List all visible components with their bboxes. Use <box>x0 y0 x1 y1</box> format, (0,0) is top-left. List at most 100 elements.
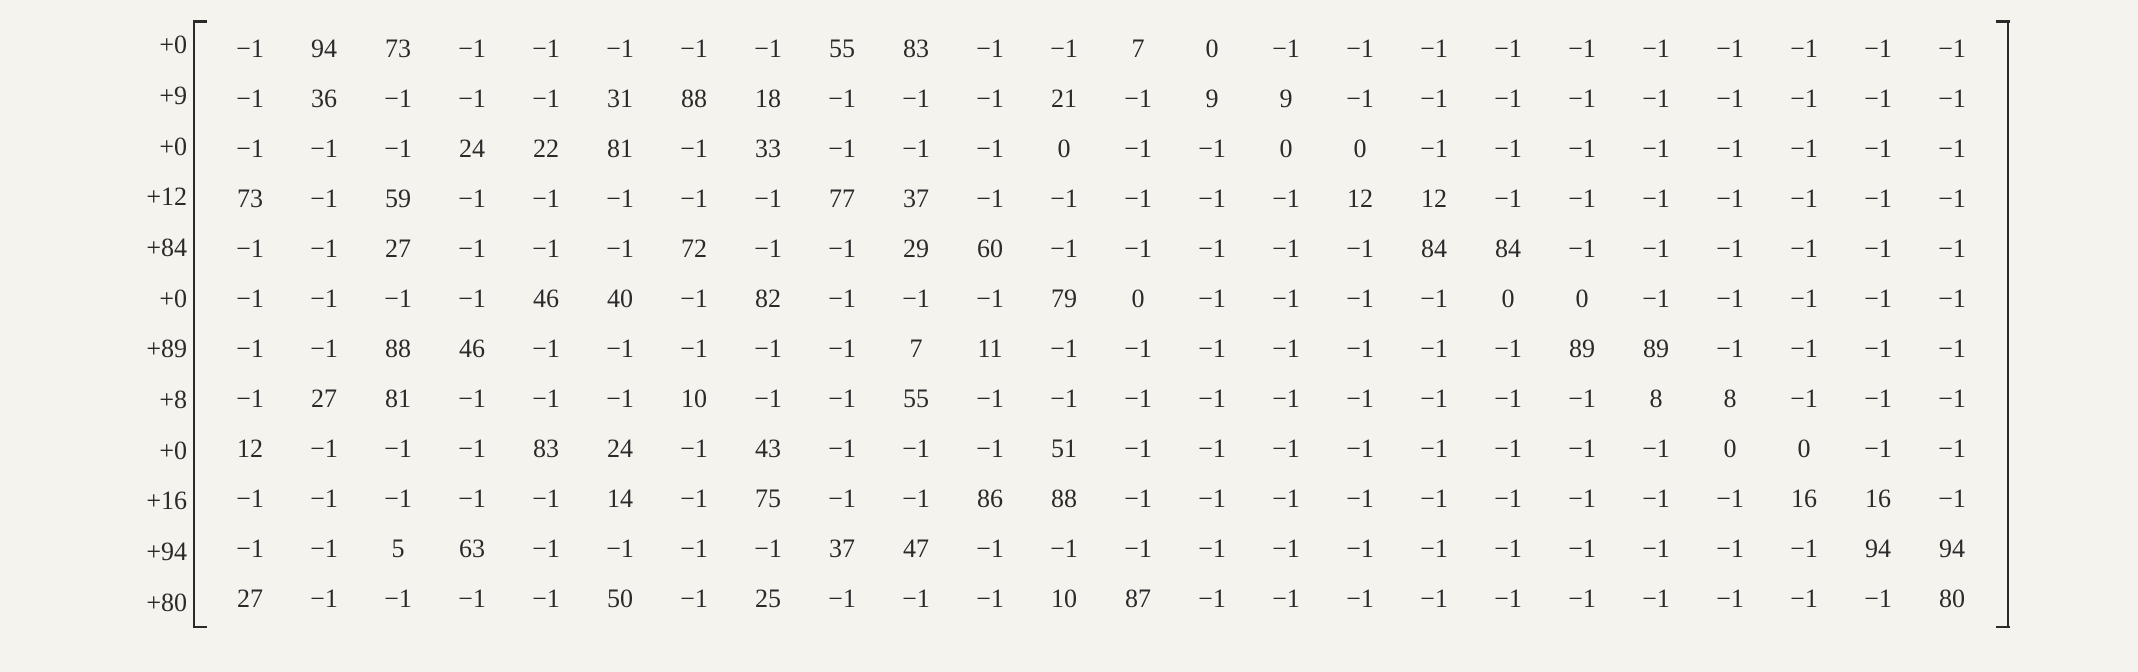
matrix-cell: −1 <box>1101 134 1175 164</box>
matrix-cell: 81 <box>583 134 657 164</box>
matrix-cell: −1 <box>1545 484 1619 514</box>
matrix-cell: −1 <box>1471 134 1545 164</box>
matrix-cell: −1 <box>1397 584 1471 614</box>
matrix-cell: −1 <box>1619 484 1693 514</box>
matrix-cell: −1 <box>1915 34 1989 64</box>
matrix-cell: −1 <box>509 534 583 564</box>
matrix-cell: 46 <box>435 334 509 364</box>
row-label: +80 <box>129 578 187 628</box>
matrix-cell: −1 <box>953 384 1027 414</box>
matrix-cell: −1 <box>1175 484 1249 514</box>
matrix-cell: −1 <box>1175 434 1249 464</box>
matrix-cell: −1 <box>1545 184 1619 214</box>
matrix-cell: 10 <box>1027 584 1101 614</box>
matrix-cell: −1 <box>1175 134 1249 164</box>
matrix-cell: −1 <box>1841 134 1915 164</box>
matrix-cell: 16 <box>1841 484 1915 514</box>
matrix-cell: −1 <box>509 184 583 214</box>
matrix-cell: −1 <box>1027 384 1101 414</box>
matrix-cell: 55 <box>879 384 953 414</box>
matrix-cell: −1 <box>1249 484 1323 514</box>
matrix-cell: −1 <box>1841 184 1915 214</box>
matrix-cell: −1 <box>1101 184 1175 214</box>
matrix-cell: −1 <box>1915 234 1989 264</box>
matrix-cell: 0 <box>1101 284 1175 314</box>
matrix-cell: −1 <box>213 534 287 564</box>
matrix-cell: −1 <box>1767 334 1841 364</box>
matrix-cell: −1 <box>287 234 361 264</box>
matrix-cell: −1 <box>953 134 1027 164</box>
left-bracket <box>193 20 205 628</box>
row-label: +0 <box>129 426 187 476</box>
matrix-cell: −1 <box>509 34 583 64</box>
matrix-cell: −1 <box>1693 284 1767 314</box>
matrix-cell: −1 <box>1323 234 1397 264</box>
matrix-cell: −1 <box>657 584 731 614</box>
matrix-cell: −1 <box>509 334 583 364</box>
matrix-cell: −1 <box>1027 234 1101 264</box>
matrix-cell: −1 <box>1915 434 1989 464</box>
row-label: +16 <box>129 476 187 526</box>
matrix-cell: −1 <box>1841 584 1915 614</box>
matrix-cell: −1 <box>879 134 953 164</box>
matrix-cell: 84 <box>1471 234 1545 264</box>
matrix-cell: −1 <box>1915 284 1989 314</box>
matrix-cell: −1 <box>213 34 287 64</box>
matrix-cell: 88 <box>657 84 731 114</box>
matrix-cell: 16 <box>1767 484 1841 514</box>
matrix-cell: −1 <box>1101 434 1175 464</box>
matrix-cell: −1 <box>731 234 805 264</box>
matrix-cell: −1 <box>1841 434 1915 464</box>
matrix-cell: −1 <box>1619 584 1693 614</box>
matrix-cell: −1 <box>287 584 361 614</box>
matrix-cell: −1 <box>287 484 361 514</box>
matrix-cell: −1 <box>583 234 657 264</box>
matrix-cell: −1 <box>1915 84 1989 114</box>
matrix-cell: −1 <box>435 584 509 614</box>
matrix-cell: −1 <box>1619 284 1693 314</box>
matrix-cell: 79 <box>1027 284 1101 314</box>
matrix-cell: 0 <box>1175 34 1249 64</box>
matrix-cell: −1 <box>657 34 731 64</box>
matrix-cell: −1 <box>805 334 879 364</box>
matrix-cell: −1 <box>287 134 361 164</box>
table-row: −136−1−1−1318818−1−1−121−199−1−1−1−1−1−1… <box>213 74 1989 124</box>
matrix-cell: 83 <box>509 434 583 464</box>
matrix-cell: −1 <box>1027 534 1101 564</box>
row-label: +89 <box>129 324 187 374</box>
matrix-cell: 0 <box>1693 434 1767 464</box>
matrix-cell: 0 <box>1249 134 1323 164</box>
matrix-cell: −1 <box>583 384 657 414</box>
table-row: −1−1−1242281−133−1−1−10−1−100−1−1−1−1−1−… <box>213 124 1989 174</box>
matrix-cell: 9 <box>1175 84 1249 114</box>
matrix-cell: −1 <box>953 34 1027 64</box>
matrix-cell: −1 <box>1397 434 1471 464</box>
matrix-cell: −1 <box>1471 434 1545 464</box>
matrix-cell: −1 <box>213 234 287 264</box>
matrix-cell: −1 <box>805 434 879 464</box>
matrix-cell: −1 <box>805 134 879 164</box>
matrix-cell: −1 <box>1841 34 1915 64</box>
matrix-cell: −1 <box>1767 34 1841 64</box>
matrix-cell: −1 <box>213 284 287 314</box>
matrix-cell: 84 <box>1397 234 1471 264</box>
matrix-cell: −1 <box>1693 334 1767 364</box>
matrix-cell: −1 <box>953 184 1027 214</box>
matrix-cell: −1 <box>1397 534 1471 564</box>
matrix-cell: −1 <box>287 434 361 464</box>
matrix-cell: −1 <box>583 184 657 214</box>
matrix-cell: −1 <box>731 34 805 64</box>
matrix-cell: −1 <box>1323 334 1397 364</box>
matrix-container: +0+9+0+12+84+0+89+8+0+16+94+80 −19473−1−… <box>129 20 2009 628</box>
matrix-cell: −1 <box>1323 584 1397 614</box>
matrix-cell: −1 <box>361 134 435 164</box>
matrix-cell: −1 <box>805 284 879 314</box>
matrix-cell: −1 <box>213 484 287 514</box>
matrix-cell: 82 <box>731 284 805 314</box>
matrix-cell: −1 <box>1323 34 1397 64</box>
matrix-cell: −1 <box>1693 234 1767 264</box>
matrix-cell: −1 <box>1323 284 1397 314</box>
matrix-cell: −1 <box>1249 534 1323 564</box>
matrix-cell: −1 <box>1693 184 1767 214</box>
matrix-cell: −1 <box>1397 484 1471 514</box>
